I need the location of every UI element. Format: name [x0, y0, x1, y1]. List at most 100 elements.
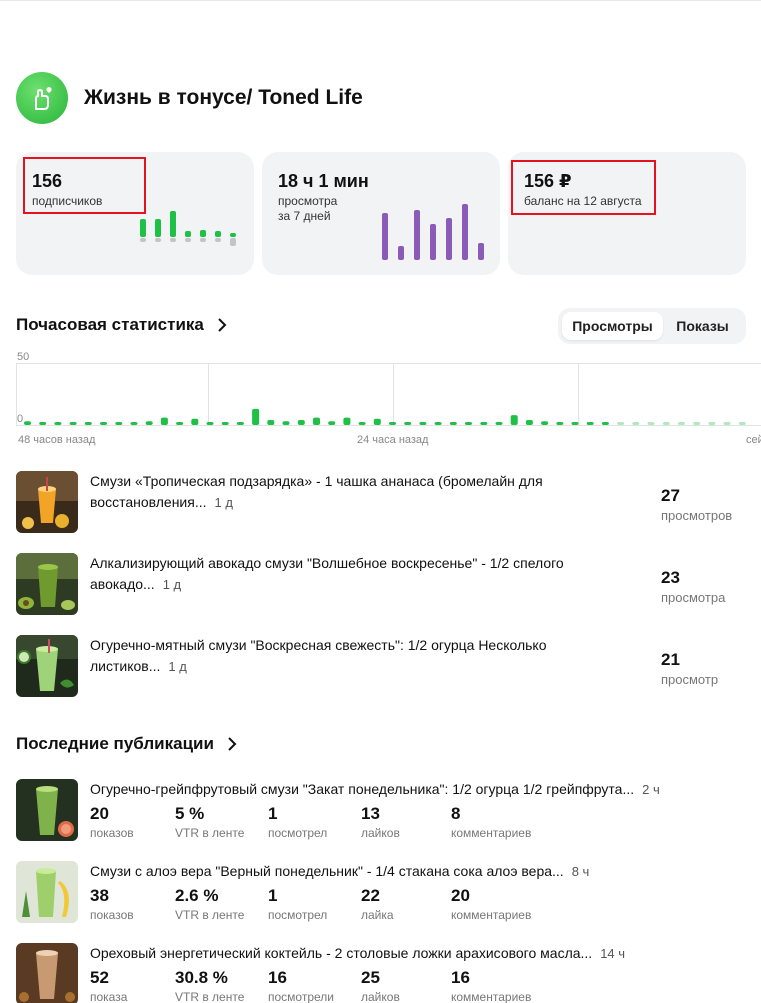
- x-tick-24h: 24 часа назад: [357, 434, 429, 446]
- post-text: Огуречно-мятный смузи "Воскресная свежес…: [90, 637, 547, 674]
- post-views: 27 просмотров: [661, 485, 732, 525]
- metric-value: 20: [90, 804, 109, 823]
- hourly-bar: [100, 422, 107, 425]
- metric-impressions: 20 показов: [90, 803, 134, 841]
- metric-label: показов: [90, 826, 134, 840]
- top-post-1[interactable]: Смузи «Тропическая подзарядка» - 1 чашка…: [16, 471, 746, 533]
- hourly-bar: [130, 422, 138, 425]
- hourly-bar: [145, 421, 153, 425]
- views-bar: [414, 210, 420, 260]
- metric-value: 1: [268, 886, 278, 905]
- hourly-bar: [632, 422, 640, 425]
- hourly-bar: [69, 422, 77, 425]
- views-bar: [478, 242, 484, 260]
- metric-comments: 16 комментариев: [451, 967, 531, 1003]
- hourly-bar: [571, 422, 579, 425]
- metric-value: 38: [90, 886, 109, 905]
- hourly-bar: [586, 422, 594, 425]
- views-total: 18 ч 1 мин: [278, 171, 369, 191]
- metric-label: показа: [90, 990, 128, 1003]
- subscribers-bar-shadow: [155, 238, 161, 242]
- metric-viewers: 1 посмотрел: [268, 803, 327, 841]
- metric-likes: 13 лайков: [361, 803, 400, 841]
- hourly-bar: [419, 422, 427, 425]
- hourly-stats-link[interactable]: Почасовая статистика: [16, 315, 230, 335]
- metric-vtr: 30.8 % VTR в ленте: [175, 967, 244, 1003]
- tab-impressions[interactable]: Показы: [663, 312, 742, 340]
- publication-thumbnail: [16, 943, 78, 1003]
- metric-value: 52: [90, 968, 109, 987]
- post-age: 1 д: [168, 659, 187, 674]
- hourly-bar: [328, 421, 336, 425]
- post-age: 1 д: [214, 495, 233, 510]
- hourly-bar: [297, 420, 305, 425]
- metric-label: посмотрели: [268, 990, 334, 1003]
- views-card[interactable]: 18 ч 1 мин просмотра за 7 дней: [262, 152, 500, 275]
- publication-row-2[interactable]: Смузи с алоэ вера "Верный понедельник" -…: [16, 861, 756, 925]
- publication-row-1[interactable]: Огуречно-грейпфрутовый смузи "Закат поне…: [16, 779, 756, 843]
- metric-value: 13: [361, 804, 380, 823]
- subscribers-bar-shadow: [230, 238, 236, 246]
- recent-publications-title: Последние публикации: [16, 734, 214, 753]
- hourly-bar: [206, 422, 214, 425]
- metric-label: лайка: [361, 908, 394, 922]
- top-post-2[interactable]: Алкализирующий авокадо смузи "Волшебное …: [16, 553, 746, 615]
- subscribers-bar-shadow: [185, 238, 191, 242]
- channel-title[interactable]: Жизнь в тонусе/ Toned Life: [84, 86, 363, 110]
- post-age: 1 д: [162, 577, 182, 592]
- metric-label: лайков: [361, 826, 400, 840]
- hourly-bar: [647, 422, 655, 425]
- metric-label: посмотрел: [268, 826, 328, 840]
- views-bar: [382, 212, 388, 260]
- subscribers-bar: [185, 231, 191, 237]
- views-bar: [398, 246, 404, 260]
- y-tick-bottom: 0: [17, 413, 23, 425]
- publication-title: Смузи с алоэ вера "Верный понедельник" -…: [90, 863, 564, 879]
- hourly-bar: [617, 422, 625, 425]
- metric-toggle: Просмотры Показы: [558, 308, 746, 344]
- publication-thumbnail: [16, 779, 78, 841]
- publication-title: Огуречно-грейпфрутовый смузи "Закат поне…: [90, 781, 635, 797]
- top-post-3[interactable]: Огуречно-мятный смузи "Воскресная свежес…: [16, 635, 746, 697]
- metric-impressions: 38 показов: [90, 885, 134, 923]
- post-thumbnail: [16, 635, 78, 697]
- metric-value: 5 %: [175, 804, 205, 823]
- metric-label: показов: [90, 908, 134, 922]
- metric-value: 1: [268, 804, 278, 823]
- post-text: Алкализирующий авокадо смузи "Волшебное …: [90, 555, 564, 592]
- publication-title-line: Ореховый энергетический коктейль - 2 сто…: [90, 943, 756, 964]
- post-thumbnail: [16, 553, 78, 615]
- recent-publications-link[interactable]: Последние публикации: [16, 734, 240, 754]
- hourly-bar: [465, 422, 472, 425]
- hourly-bar: [54, 422, 62, 425]
- metric-label: лайков: [361, 990, 400, 1003]
- subscribers-bar-shadow: [170, 238, 176, 242]
- hand-heart-icon: [35, 87, 52, 110]
- publication-age: 8 ч: [571, 864, 590, 879]
- publication-row-3[interactable]: Ореховый энергетический коктейль - 2 сто…: [16, 943, 756, 1003]
- hourly-bar: [738, 422, 746, 425]
- x-tick-now: сейчас: [746, 434, 761, 446]
- metric-value: 25: [361, 968, 380, 987]
- chevron-right-icon: [218, 318, 227, 332]
- hourly-bar: [693, 422, 701, 425]
- post-text-block: Алкализирующий авокадо смузи "Волшебное …: [90, 553, 620, 595]
- post-views: 23 просмотра: [661, 567, 725, 607]
- subscribers-bar: [200, 229, 206, 237]
- metric-label: VTR в ленте: [175, 908, 245, 922]
- post-views-label: просмотров: [661, 508, 733, 523]
- highlight-subscribers: [23, 157, 146, 214]
- views-label: просмотра: [278, 194, 338, 208]
- metric-vtr: 5 % VTR в ленте: [175, 803, 244, 841]
- metric-value: 16: [268, 968, 287, 987]
- hourly-bar: [601, 422, 609, 425]
- views-bar: [462, 203, 468, 260]
- channel-avatar[interactable]: [16, 72, 68, 124]
- subscribers-bar: [215, 231, 221, 237]
- tab-views[interactable]: Просмотры: [562, 312, 663, 340]
- metric-label: комментариев: [451, 826, 532, 840]
- metric-label: VTR в ленте: [175, 826, 245, 840]
- metric-viewers: 1 посмотрел: [268, 885, 327, 923]
- metric-label: VTR в ленте: [175, 990, 245, 1003]
- post-views-label: просмотр: [661, 672, 719, 687]
